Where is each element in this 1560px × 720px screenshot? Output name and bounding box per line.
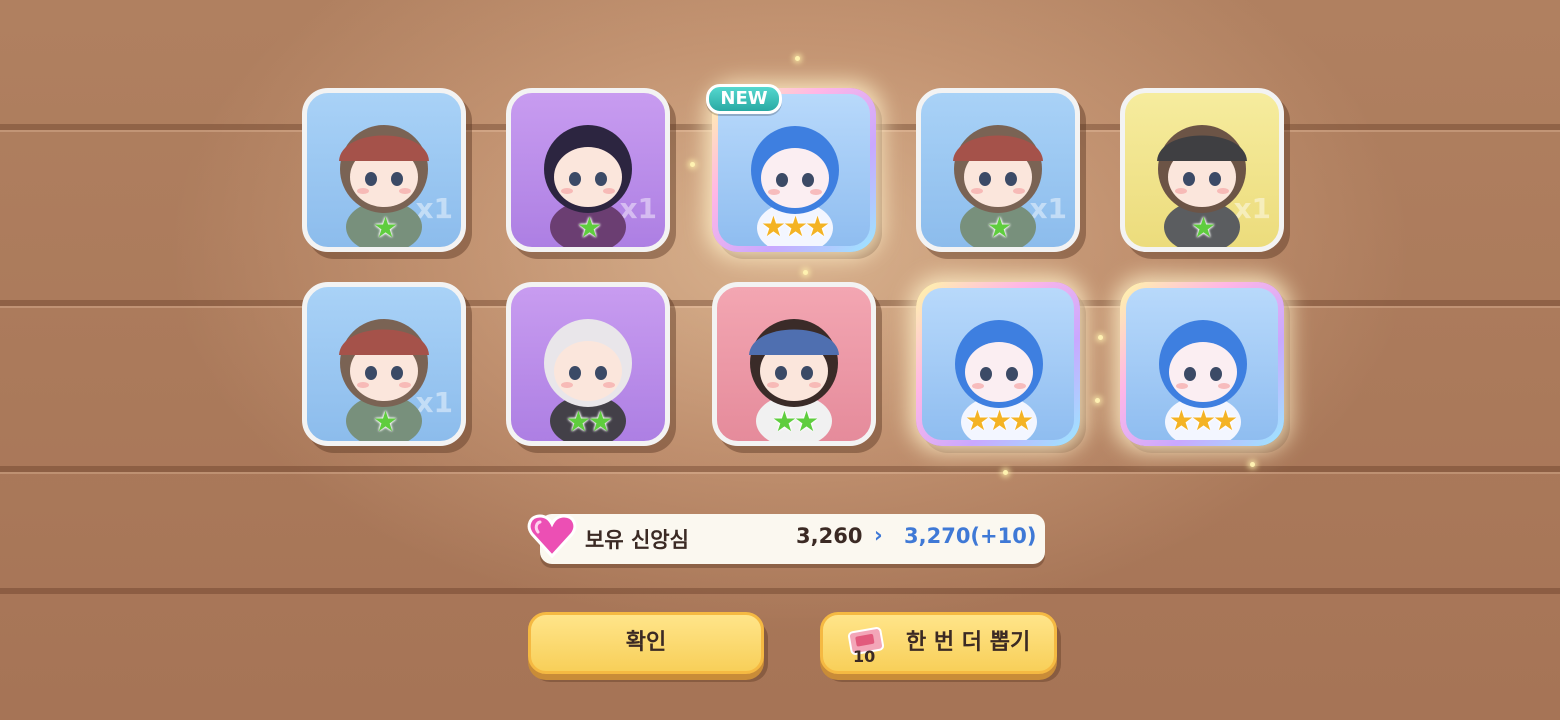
rank-stars: ★★	[511, 407, 665, 437]
plank-highlight	[0, 472, 1560, 474]
confirm-button[interactable]: 확인	[528, 612, 764, 674]
sparkle	[690, 162, 695, 167]
result-card[interactable]: x1 ★	[1120, 88, 1284, 252]
star-icon: ★	[964, 404, 990, 437]
rank-stars: ★	[307, 407, 461, 437]
star-icon: ★	[760, 210, 786, 243]
sparkle	[1003, 470, 1008, 475]
rank-stars: ★★	[717, 407, 871, 437]
sparkle	[1250, 462, 1255, 467]
sparkle	[795, 56, 800, 61]
faith-arrow: ›	[874, 523, 883, 547]
star-icon: ★	[1168, 404, 1194, 437]
result-card[interactable]: x1 ★	[916, 88, 1080, 252]
draw-again-label: 한 번 더 뽑기	[906, 630, 1031, 655]
new-badge: NEW	[706, 84, 782, 114]
result-card[interactable]: x1 ★	[506, 88, 670, 252]
faith-after-value: 3,270(+10)	[904, 524, 1037, 548]
result-card[interactable]: x1 ★	[302, 88, 466, 252]
result-card[interactable]: ★★	[712, 282, 876, 446]
heart-gem-icon	[527, 514, 577, 559]
star-icon: ★	[805, 210, 830, 243]
star-icon: ★	[372, 211, 398, 244]
faith-label: 보유 신앙심	[585, 528, 689, 552]
rank-stars: ★	[921, 213, 1075, 243]
rank-stars: ★	[1125, 213, 1279, 243]
rank-stars: ★★★	[1126, 406, 1278, 436]
star-icon: ★	[372, 405, 398, 438]
ticket-count: 10	[853, 647, 876, 666]
star-icon: ★	[588, 405, 613, 438]
result-card[interactable]: ★★★	[1120, 282, 1284, 446]
star-icon: ★	[1190, 404, 1216, 437]
result-card[interactable]: ★★★	[916, 282, 1080, 446]
result-card[interactable]: x1 ★	[302, 282, 466, 446]
star-icon: ★	[1213, 404, 1238, 437]
faith-current-value: 3,260	[796, 524, 863, 548]
star-icon: ★	[1190, 211, 1216, 244]
star-icon: ★	[986, 211, 1012, 244]
star-icon: ★	[794, 405, 819, 438]
sparkle	[1095, 398, 1100, 403]
star-icon: ★	[782, 210, 808, 243]
star-icon: ★	[986, 404, 1012, 437]
plank-line	[0, 588, 1560, 594]
rank-stars: ★★★	[718, 212, 870, 242]
star-icon: ★	[565, 405, 591, 438]
star-icon: ★	[576, 211, 602, 244]
sparkle	[1098, 335, 1103, 340]
sparkle	[803, 270, 808, 275]
star-icon: ★	[1009, 404, 1034, 437]
rank-stars: ★	[511, 213, 665, 243]
rank-stars: ★	[307, 213, 461, 243]
rank-stars: ★★★	[922, 406, 1074, 436]
result-card[interactable]: ★★	[506, 282, 670, 446]
star-icon: ★	[771, 405, 797, 438]
